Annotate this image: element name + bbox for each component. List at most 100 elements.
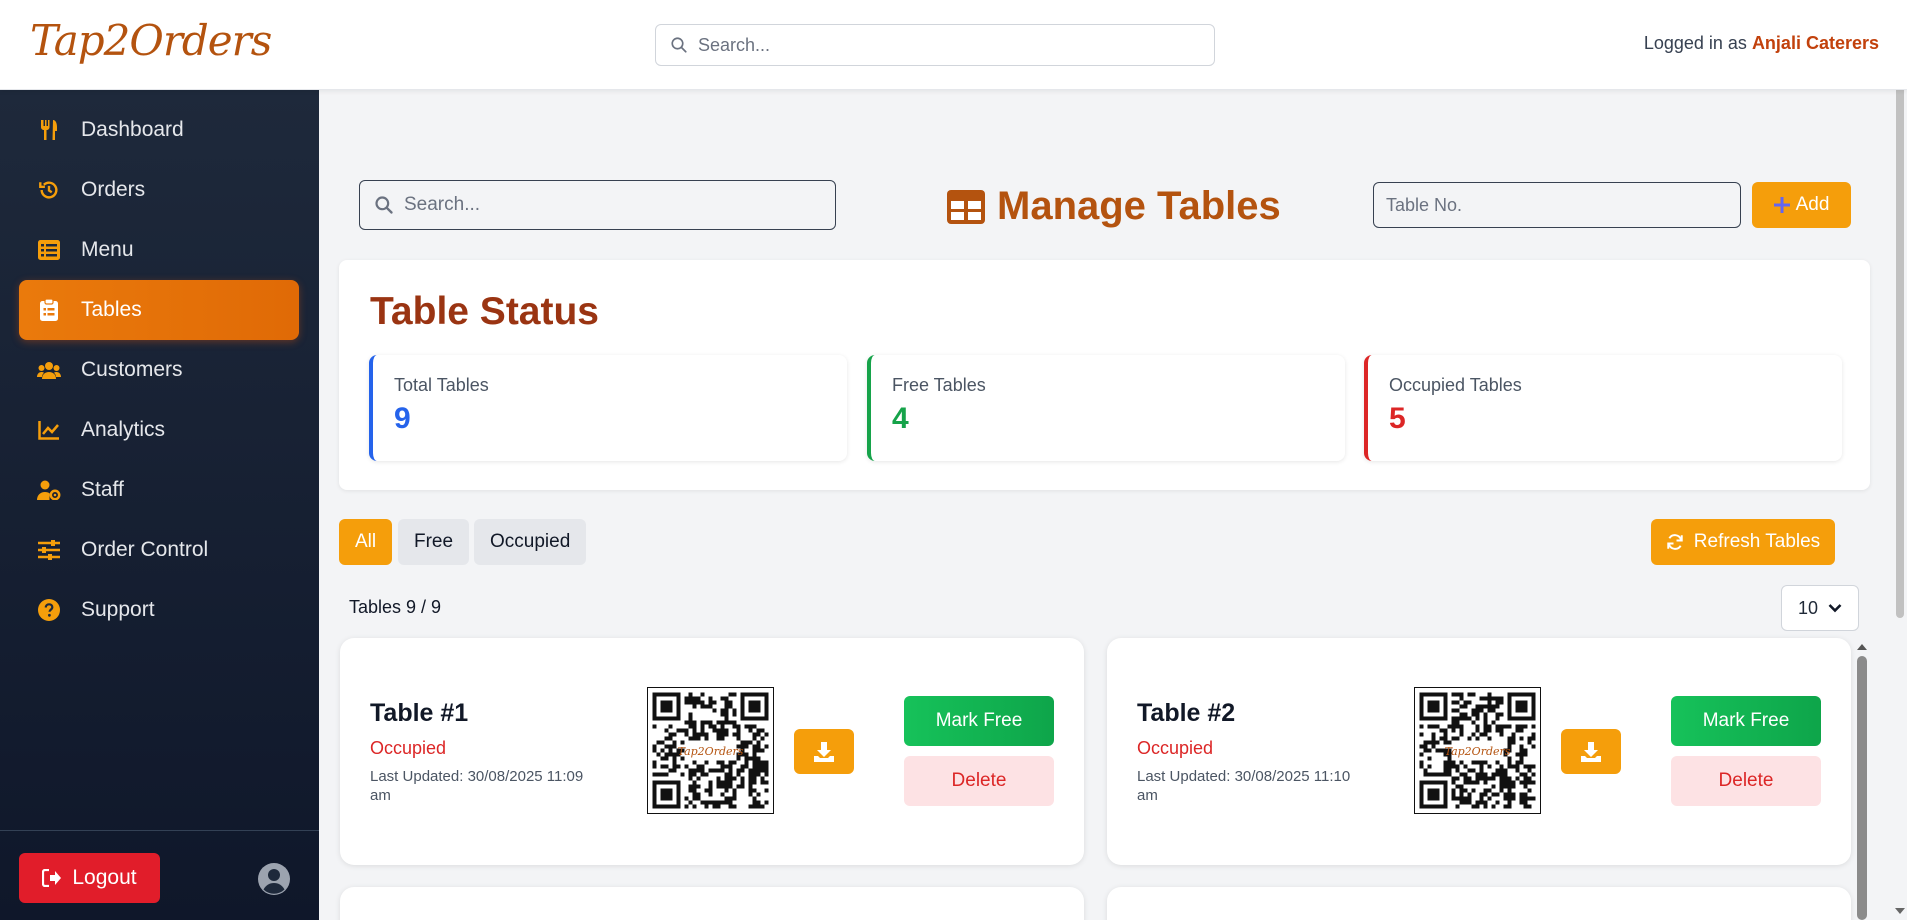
user-gear-icon — [37, 478, 61, 502]
chevron-down-icon — [1828, 604, 1842, 613]
delete-table-button[interactable]: Delete — [1671, 756, 1821, 806]
delete-table-button[interactable]: Delete — [904, 756, 1054, 806]
table-search[interactable] — [359, 180, 836, 230]
stat-total-tables: Total Tables 9 — [369, 355, 847, 461]
logout-icon — [42, 869, 62, 887]
users-icon — [37, 358, 61, 382]
table-last-updated: Last Updated: 30/08/2025 11:10 am — [1137, 768, 1351, 804]
sidebar-item-label: Staff — [81, 478, 124, 501]
stat-value: 5 — [1389, 402, 1406, 435]
stat-occupied-tables: Occupied Tables 5 — [1364, 355, 1842, 461]
stat-free-tables: Free Tables 4 — [867, 355, 1345, 461]
table-status: Occupied — [1137, 738, 1214, 758]
utensils-icon — [37, 118, 61, 142]
main-content: Manage Tables Add Table Status Total Tab… — [319, 90, 1907, 920]
add-label: Add — [1795, 194, 1830, 215]
table-last-updated: Last Updated: 30/08/2025 11:09 am — [370, 768, 584, 804]
list-icon — [37, 238, 61, 262]
filter-occupied[interactable]: Occupied — [474, 519, 587, 565]
scroll-down-arrow-icon — [1895, 908, 1905, 914]
page-title-text: Manage Tables — [997, 184, 1281, 228]
qr-code: Tap2Orders — [647, 687, 774, 814]
logged-in-info: Logged in as Anjali Caterers — [1644, 33, 1879, 54]
status-title: Table Status — [370, 290, 599, 333]
download-qr-button[interactable] — [794, 729, 854, 774]
table-card: Table #2 Occupied Last Updated: 30/08/20… — [1107, 638, 1851, 865]
filter-all[interactable]: All — [339, 519, 393, 565]
window-scrollbar-track[interactable] — [1893, 0, 1907, 920]
logout-button[interactable]: Logout — [19, 853, 160, 903]
qr-logo-text: Tap2Orders — [1445, 745, 1511, 758]
table-search-input[interactable] — [404, 194, 824, 216]
sliders-icon — [37, 538, 61, 562]
stat-value: 4 — [892, 402, 909, 435]
mark-free-button[interactable]: Mark Free — [1671, 696, 1821, 746]
sidebar-item-support[interactable]: Support — [19, 580, 299, 640]
table-status-card: Table Status Total Tables 9 Free Tables … — [339, 260, 1870, 490]
tables-count: Tables 9 / 9 — [349, 597, 442, 617]
table-number-input[interactable] — [1373, 182, 1741, 228]
search-icon — [671, 37, 687, 53]
sidebar: Dashboard Orders Menu Tables Customers A… — [0, 90, 319, 920]
table-card — [1107, 887, 1851, 920]
sidebar-item-label: Orders — [81, 178, 146, 201]
sidebar-item-customers[interactable]: Customers — [19, 340, 299, 400]
search-icon — [375, 196, 393, 214]
sidebar-item-tables[interactable]: Tables — [19, 280, 299, 340]
history-icon — [37, 178, 61, 202]
stat-label: Free Tables — [892, 375, 986, 395]
download-qr-button[interactable] — [1561, 729, 1621, 774]
logged-prefix: Logged in as — [1643, 33, 1747, 53]
app-logo[interactable]: Tap2Orders — [30, 16, 272, 65]
refresh-tables-button[interactable]: Refresh Tables — [1651, 519, 1835, 565]
global-search[interactable] — [655, 24, 1215, 66]
stat-value: 9 — [394, 402, 411, 435]
sidebar-item-orders[interactable]: Orders — [19, 160, 299, 220]
global-search-input[interactable] — [698, 34, 1178, 56]
table-name: Table #1 — [370, 699, 469, 727]
table-card: Table #1 Occupied Last Updated: 30/08/20… — [340, 638, 1084, 865]
logout-label: Logout — [72, 866, 137, 889]
scroll-up-arrow-icon — [1857, 644, 1867, 650]
qr-logo-text: Tap2Orders — [678, 745, 744, 758]
per-page-select[interactable]: 10 — [1781, 585, 1859, 631]
clipboard-icon — [37, 298, 61, 322]
sidebar-item-label: Order Control — [81, 538, 209, 561]
download-icon — [814, 741, 834, 762]
mark-free-button[interactable]: Mark Free — [904, 696, 1054, 746]
stat-label: Total Tables — [394, 375, 489, 395]
window-scrollbar-thumb[interactable] — [1896, 18, 1904, 618]
sidebar-item-label: Dashboard — [81, 118, 184, 141]
filter-free[interactable]: Free — [398, 519, 470, 565]
download-icon — [1581, 741, 1601, 762]
sidebar-item-label: Menu — [81, 238, 134, 261]
scrollbar-thumb[interactable] — [1857, 656, 1867, 920]
sidebar-item-label: Analytics — [81, 418, 166, 441]
sidebar-item-order-control[interactable]: Order Control — [19, 520, 299, 580]
add-table-button[interactable]: Add — [1752, 182, 1851, 228]
user-profile-icon[interactable] — [258, 863, 290, 895]
table-name: Table #2 — [1137, 699, 1236, 727]
per-page-value: 10 — [1797, 597, 1819, 618]
sidebar-item-staff[interactable]: Staff — [19, 460, 299, 520]
stat-label: Occupied Tables — [1389, 375, 1522, 395]
qr-code: Tap2Orders — [1414, 687, 1541, 814]
refresh-label: Refresh Tables — [1693, 531, 1821, 552]
chart-line-icon — [37, 418, 61, 442]
question-circle-icon — [37, 598, 61, 622]
plus-icon — [1773, 197, 1790, 213]
sidebar-item-label: Support — [81, 598, 155, 621]
sidebar-item-analytics[interactable]: Analytics — [19, 400, 299, 460]
table-card — [340, 887, 1084, 920]
refresh-icon — [1667, 534, 1683, 550]
logged-user-name: Anjali Caterers — [1751, 33, 1879, 53]
page-title: Manage Tables — [947, 184, 1281, 229]
sidebar-footer: Logout — [0, 830, 319, 920]
sidebar-item-label: Tables — [81, 298, 142, 321]
table-grid-icon — [947, 189, 985, 224]
top-bar: Tap2Orders Logged in as Anjali Caterers — [0, 0, 1907, 90]
sidebar-item-menu[interactable]: Menu — [19, 220, 299, 280]
sidebar-item-dashboard[interactable]: Dashboard — [19, 100, 299, 160]
cards-scrollbar[interactable] — [1855, 640, 1869, 920]
table-status: Occupied — [370, 738, 447, 758]
